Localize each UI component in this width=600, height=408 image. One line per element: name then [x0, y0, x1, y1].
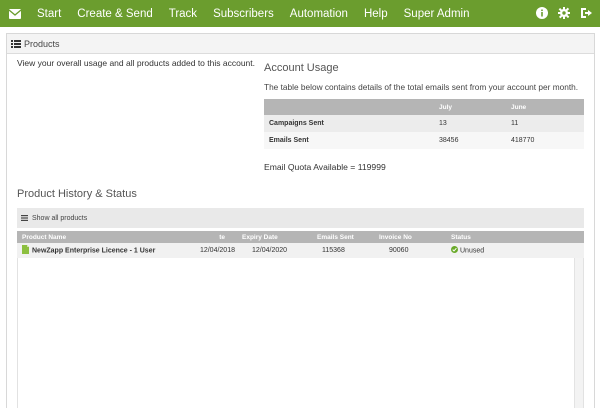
logout-icon[interactable]: [580, 7, 592, 19]
cell-status: Unused: [451, 243, 584, 258]
row-label: Emails Sent: [264, 132, 439, 149]
col-emails-sent: Emails Sent: [317, 231, 379, 243]
cell-july: 13: [439, 115, 511, 132]
table-row: Emails Sent 38456 418770: [264, 132, 584, 149]
status-badge: Unused: [460, 247, 485, 255]
nav-help[interactable]: Help: [364, 8, 388, 20]
usage-col-label: [264, 99, 439, 115]
col-invoice-no: Invoice No: [379, 231, 451, 243]
cell-june: 11: [511, 115, 584, 132]
cell-product-name: NewZapp Enterprise Licence - 1 User: [17, 243, 182, 258]
nav-start[interactable]: Start: [37, 8, 61, 20]
top-nav: Start Create & Send Track Subscribers Au…: [0, 0, 600, 27]
product-table: Product Name te Expiry Date Emails Sent …: [17, 231, 584, 258]
nav-subscribers[interactable]: Subscribers: [213, 8, 274, 20]
row-label: Campaigns Sent: [264, 115, 439, 132]
document-icon: [22, 245, 29, 256]
gear-icon[interactable]: [558, 7, 570, 19]
show-all-label: Show all products: [32, 214, 88, 222]
table-row: Campaigns Sent 13 11: [264, 115, 584, 132]
nav-create-send[interactable]: Create & Send: [77, 8, 152, 20]
col-expiry-date: Expiry Date: [237, 231, 317, 243]
usage-table: July June Campaigns Sent 13 11 Emails Se…: [264, 99, 584, 149]
cell-july: 38456: [439, 132, 511, 149]
account-usage-title: Account Usage: [264, 62, 339, 74]
cell-expiry-date: 12/04/2020: [237, 243, 317, 258]
col-status: Status: [451, 231, 584, 243]
list-icon: [11, 39, 21, 48]
product-list-area: [17, 243, 584, 408]
menu-icon: [21, 215, 28, 221]
overview-text: View your overall usage and all products…: [17, 58, 255, 68]
panel-header: Products: [7, 34, 594, 54]
col-date: te: [182, 231, 237, 243]
table-row[interactable]: NewZapp Enterprise Licence - 1 User 12/0…: [17, 243, 584, 258]
check-circle-icon: [451, 246, 458, 255]
cell-emails-sent: 115368: [317, 243, 379, 258]
panel-title: Products: [24, 38, 60, 49]
show-all-products-button[interactable]: Show all products: [17, 208, 584, 228]
email-quota: Email Quota Available = 119999: [264, 162, 386, 172]
product-history-title: Product History & Status: [17, 188, 137, 200]
usage-col-june: June: [511, 99, 584, 115]
cell-invoice-no: 90060: [379, 243, 451, 258]
products-panel: Products View your overall usage and all…: [6, 33, 595, 408]
usage-col-july: July: [439, 99, 511, 115]
scrollbar[interactable]: [574, 244, 583, 408]
cell-june: 418770: [511, 132, 584, 149]
account-usage-description: The table below contains details of the …: [264, 82, 579, 92]
col-product-name: Product Name: [17, 231, 182, 243]
cell-date: 12/04/2018: [182, 243, 237, 258]
nav-super-admin[interactable]: Super Admin: [404, 8, 470, 20]
nav-track[interactable]: Track: [169, 8, 197, 20]
info-icon[interactable]: [536, 7, 548, 19]
nav-automation[interactable]: Automation: [290, 8, 348, 20]
envelope-icon[interactable]: [9, 8, 27, 19]
